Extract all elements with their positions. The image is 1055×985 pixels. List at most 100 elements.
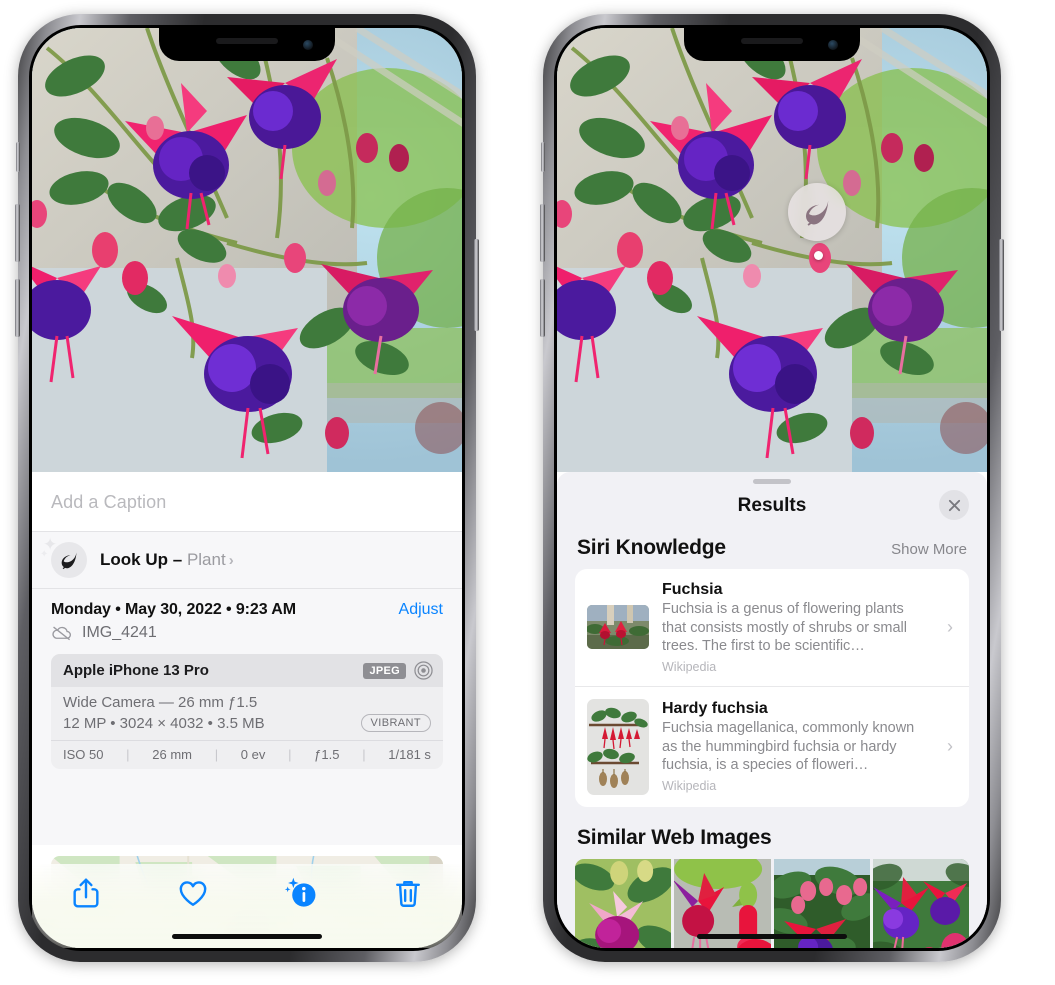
look-up-badge: ✦ ✦: [40, 536, 87, 578]
photo-viewer[interactable]: [32, 28, 462, 472]
info-button[interactable]: [273, 876, 329, 910]
exif-aperture: ƒ1.5: [314, 747, 340, 762]
notch: [684, 28, 860, 61]
leaf-icon: [61, 552, 77, 570]
exif-header-tags: JPEG: [363, 661, 433, 680]
divider: |: [214, 747, 219, 762]
volume-down-button[interactable]: [540, 279, 545, 337]
exif-ev: 0 ev: [240, 747, 266, 762]
similar-web-images-header: Similar Web Images: [557, 807, 987, 859]
exif-focal: 26 mm: [152, 747, 192, 762]
visual-lookup-badge[interactable]: [788, 183, 846, 241]
size-row: 12 MP • 3024 × 4032 • 3.5 MB VIBRANT: [63, 714, 431, 732]
date-row: Monday • May 30, 2022 • 9:23 AM Adjust: [51, 601, 443, 619]
left-phone-screen: Add a Caption ✦ ✦ Look Up – Plant › Mond…: [32, 28, 462, 948]
knowledge-card[interactable]: Hardy fuchsia Fuchsia magellanica, commo…: [575, 685, 969, 807]
home-indicator[interactable]: [172, 934, 322, 939]
exif-stats-row: ISO 50 | 26 mm | 0 ev | ƒ1.5 | 1/181 s: [51, 740, 443, 769]
camera-device: Apple iPhone 13 Pro: [63, 662, 209, 679]
leaf-icon: [806, 200, 829, 226]
look-up-label: Look Up – Plant ›: [100, 550, 234, 570]
info-sparkle-icon: [284, 877, 316, 907]
left-phone-device: Add a Caption ✦ ✦ Look Up – Plant › Mond…: [15, 14, 479, 962]
look-up-row[interactable]: ✦ ✦ Look Up – Plant ›: [32, 531, 462, 588]
chevron-right-icon: ›: [228, 552, 234, 569]
front-camera-icon: [303, 40, 313, 50]
file-name: IMG_4241: [82, 624, 157, 641]
divider: |: [288, 747, 292, 762]
lens-info: Wide Camera — 26 mm ƒ1.5: [63, 694, 258, 711]
exif-header: Apple iPhone 13 Pro JPEG: [51, 654, 443, 687]
cloud-slash-icon: [52, 626, 71, 641]
adjust-button[interactable]: Adjust: [399, 601, 443, 619]
sparkle-small-icon: ✦: [40, 549, 49, 560]
divider: |: [126, 747, 130, 762]
heart-icon: [179, 881, 207, 906]
results-header: Results: [557, 484, 987, 520]
card-title: Hardy fuchsia: [662, 700, 768, 718]
metadata-block: Monday • May 30, 2022 • 9:23 AM Adjust I…: [32, 588, 462, 845]
earpiece-speaker: [741, 38, 803, 44]
volume-up-button[interactable]: [15, 204, 20, 262]
trash-icon: [396, 881, 421, 907]
card-description: Fuchsia is a genus of flowering plants t…: [662, 601, 907, 655]
chevron-right-icon: ›: [947, 616, 953, 637]
image-size-info: 12 MP • 3024 × 4032 • 3.5 MB: [63, 714, 265, 732]
right-phone-device: Results Siri Knowledge Show More Fuchsia…: [540, 14, 1004, 962]
right-phone-screen: Results Siri Knowledge Show More Fuchsia…: [557, 28, 987, 948]
capture-date: Monday • May 30, 2022 • 9:23 AM: [51, 601, 296, 618]
favorite-button[interactable]: [165, 876, 221, 910]
card-title: Fuchsia: [662, 581, 723, 598]
share-icon: [73, 878, 99, 908]
exif-shutter: 1/181 s: [388, 747, 431, 762]
exif-card[interactable]: Apple iPhone 13 Pro JPEG Wide Camera — 2…: [51, 654, 443, 769]
volume-down-button[interactable]: [15, 279, 20, 337]
photographic-style-badge: VIBRANT: [360, 714, 431, 732]
knowledge-card[interactable]: Fuchsia Fuchsia is a genus of flowering …: [575, 569, 969, 686]
photo-viewer[interactable]: [557, 28, 987, 472]
card-description: Fuchsia magellanica, commonly known as t…: [662, 720, 915, 774]
card-source: Wikipedia: [662, 659, 717, 674]
format-badge: JPEG: [363, 662, 406, 679]
silent-switch[interactable]: [541, 142, 545, 172]
exif-iso: ISO 50: [63, 747, 104, 762]
show-more-button[interactable]: Show More: [891, 541, 967, 558]
power-button[interactable]: [999, 239, 1004, 331]
silent-switch[interactable]: [16, 142, 20, 172]
web-image-thumb[interactable]: [575, 858, 672, 948]
look-up-title: Look Up: [100, 550, 168, 569]
siri-knowledge-title: Siri Knowledge: [577, 536, 726, 559]
volume-up-button[interactable]: [540, 204, 545, 262]
front-camera-icon: [828, 40, 838, 50]
close-icon: [948, 499, 960, 511]
right-phone-bezel: Results Siri Knowledge Show More Fuchsia…: [554, 25, 990, 951]
close-button[interactable]: [939, 490, 969, 520]
earpiece-speaker: [216, 38, 278, 44]
share-button[interactable]: [58, 876, 114, 910]
card-thumbnail: [587, 698, 649, 795]
raw-ring-icon: [414, 661, 433, 680]
card-thumbnail: [587, 605, 649, 650]
web-image-thumb[interactable]: [872, 858, 969, 948]
siri-knowledge-header: Siri Knowledge Show More: [557, 517, 987, 569]
similar-web-images-title: Similar Web Images: [577, 825, 772, 849]
exif-body: Wide Camera — 26 mm ƒ1.5 12 MP • 3024 × …: [51, 687, 443, 740]
results-sheet: Results Siri Knowledge Show More Fuchsia…: [557, 472, 987, 948]
power-button[interactable]: [474, 239, 479, 331]
home-indicator[interactable]: [697, 934, 847, 939]
look-up-subject: Plant: [186, 550, 226, 569]
left-phone-bezel: Add a Caption ✦ ✦ Look Up – Plant › Mond…: [29, 25, 465, 951]
visual-lookup-anchor-dot: [814, 251, 823, 260]
notch: [159, 28, 335, 61]
look-up-dash: –: [172, 550, 183, 569]
card-source: Wikipedia: [662, 778, 717, 793]
results-title: Results: [737, 495, 807, 516]
delete-button[interactable]: [380, 876, 436, 910]
card-body: Hardy fuchsia Fuchsia magellanica, commo…: [662, 700, 928, 793]
screenshot-canvas: Add a Caption ✦ ✦ Look Up – Plant › Mond…: [0, 0, 1055, 985]
file-row: IMG_4241: [51, 624, 443, 642]
divider: |: [362, 747, 366, 762]
siri-knowledge-cards: Fuchsia Fuchsia is a genus of flowering …: [575, 569, 969, 807]
caption-input[interactable]: Add a Caption: [32, 472, 462, 531]
chevron-right-icon: ›: [947, 736, 953, 757]
